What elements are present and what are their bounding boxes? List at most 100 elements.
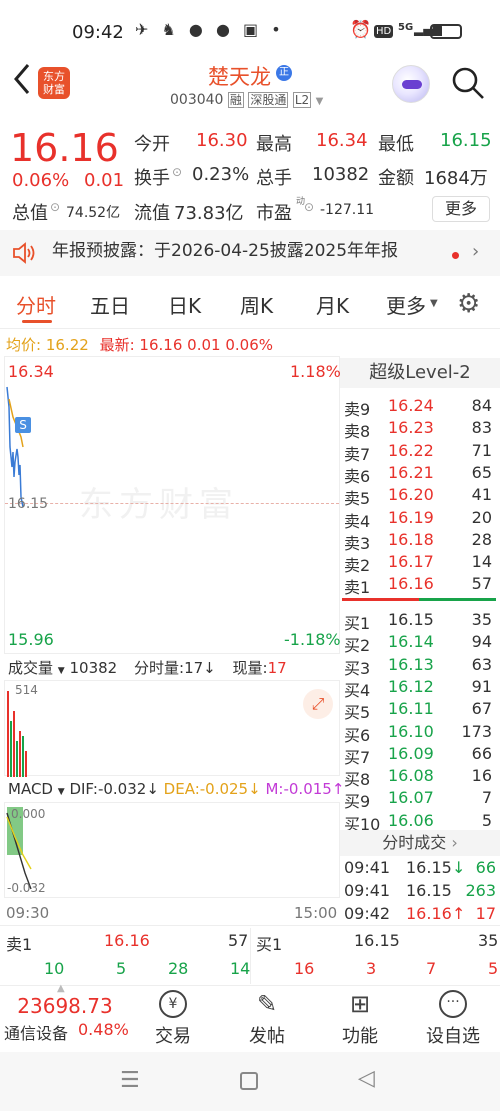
buy-label: 买7 [344,747,371,767]
buy-label: 买8 [344,770,371,790]
buy-row[interactable]: 买7 16.09 66 [340,744,500,767]
buy-row[interactable]: 买6 16.10 173 [340,722,500,745]
buy-row[interactable]: 买3 16.13 63 [340,655,500,678]
buy-price: 16.06 [388,810,434,830]
nav-features-label: 功能 [342,1026,378,1047]
tab-intraday[interactable]: 分时 [16,290,56,319]
buy-row[interactable]: 买1 16.15 35 [340,610,500,633]
tick-volume: 17 [475,904,496,923]
chevron-right-icon[interactable]: › [472,241,479,262]
battery-icon [430,24,462,39]
tick-row[interactable]: 09:41 16.15 ↓ 66 [340,858,500,882]
prev-close-line [5,503,339,504]
buy-row[interactable]: 买9 16.07 7 [340,788,500,811]
strip-num: 5 [488,959,499,978]
sell-price: 16.20 [388,485,434,505]
time-end: 15:00 [294,904,338,922]
sell-row[interactable]: 卖2 16.17 14 [340,552,500,576]
menu-icon[interactable]: ☰ [120,1068,140,1093]
nav-post[interactable]: ✎ 发帖 [222,990,312,1048]
nav-watchlist[interactable]: ··· 设自选 [408,990,498,1048]
intraday-chart[interactable]: 东方财富 S [4,356,340,654]
buy-row[interactable]: 买2 16.14 94 [340,632,500,655]
sell-volume: 71 [471,440,492,460]
trade-icon: ¥ [159,990,187,1018]
sell-row[interactable]: 卖3 16.18 28 [340,530,500,553]
bottom-divider [0,925,500,926]
chart-bottom-price: 15.96 [8,630,54,649]
gear-icon[interactable]: ⚙ [457,289,480,319]
arrow-down-icon: ↓ [248,780,261,798]
search-icon[interactable] [450,65,486,105]
status-time: 09:42 [72,22,124,43]
nav-features[interactable]: ⊞ 功能 [315,990,405,1048]
ticks-title[interactable]: 分时成交 › [340,830,500,856]
level2-title[interactable]: 超级Level-2 [340,358,500,388]
trade-marker: S [15,417,31,433]
macd-header[interactable]: MACD ▼ DIF:-0.032↓ DEA:-0.025↓ M:-0.015↑ [8,780,344,798]
volume-value: 10382 [312,164,370,185]
sell-row[interactable]: 卖5 16.20 41 [340,485,500,509]
sell-label: 卖8 [344,422,371,442]
change-abs: 0.01 [84,170,125,191]
tag-sgt: 深股通 [248,92,289,108]
latest-change: 0.01 [187,336,221,354]
tab-more[interactable]: 更多 [386,290,426,319]
notice-bar[interactable]: 年报预披露：于2026-04-25披露2025年年报 › [0,230,500,276]
nav-trade[interactable]: ¥ 交易 [128,990,218,1048]
chevron-right-icon: › [451,833,458,852]
info-icon[interactable]: ⊙ [172,165,182,179]
index-value: 23698.73 [17,994,113,1018]
tab-five-day[interactable]: 五日 [90,290,130,319]
macd-chart[interactable]: 0.000 -0.032 [4,802,340,898]
more-button[interactable]: 更多 [432,196,490,222]
volume-label: 总手 [256,168,292,189]
buy-volume: 94 [471,632,492,652]
sell-row[interactable]: 卖7 16.22 71 [340,440,500,464]
last-price: 16.16 [10,126,119,170]
macd-top-label: 0.000 [11,807,46,821]
latest-label: 最新: [99,336,135,354]
tick-row[interactable]: 09:41 16.15 263 [340,881,500,905]
sell-row[interactable]: 卖8 16.23 83 [340,418,500,442]
drag-handle-icon[interactable]: ▲ [57,983,65,994]
float-cap-label: 流值 [134,203,170,224]
sell-label: 卖2 [344,556,371,576]
assistant-avatar[interactable] [392,65,430,103]
volume-header[interactable]: 成交量 ▼ 10382 分时量:17↓ 现量:17 [8,657,287,678]
sell-row[interactable]: 卖9 16.24 84 [340,396,500,419]
sell-label: 卖4 [344,511,371,531]
sell-label: 卖1 [344,578,371,598]
home-icon[interactable] [240,1072,258,1090]
caret-down-icon[interactable]: ▼ [430,298,438,309]
strip-sell1-label: 卖1 [6,935,33,954]
volume-chart[interactable]: 514 ⤢ [4,680,340,777]
network-label: 5G [398,22,414,33]
buy-row[interactable]: 买4 16.12 91 [340,677,500,700]
sell-row[interactable]: 卖4 16.19 20 [340,508,500,531]
info-icon[interactable]: ⊙ [50,200,60,214]
buy-row[interactable]: 买5 16.11 67 [340,699,500,722]
caret-down-icon[interactable]: ▼ [316,96,324,107]
tab-monthly-k[interactable]: 月K [316,290,349,319]
tab-daily-k[interactable]: 日K [168,290,201,319]
buy-volume: 7 [481,788,492,808]
tab-weekly-k[interactable]: 周K [240,290,273,319]
strip-buy1-price: 16.15 [354,931,400,950]
sell-row[interactable]: 卖1 16.16 57 [340,574,500,598]
avg-price-bar: 均价: 16.22 最新: 16.16 0.01 0.06% [6,334,273,355]
info-icon[interactable]: ⊙ [304,200,314,214]
sell-row[interactable]: 卖6 16.21 65 [340,463,500,486]
header: 东方 财富 楚天龙 正 003040 融 深股通 L2 ▼ [0,55,500,115]
back-triangle-icon[interactable]: ◁ [358,1066,375,1091]
buy-row[interactable]: 买8 16.08 16 [340,766,500,790]
latest-pct: 0.06% [225,336,273,354]
index-ticker[interactable]: 23698.73 通信设备 0.48% [0,994,130,1043]
strip-num: 14 [230,959,251,978]
tick-volume: 66 [475,858,496,877]
sell-label: 卖5 [344,489,371,509]
sell-price: 16.24 [388,396,434,415]
book-divider [342,598,496,601]
edit-icon: ✎ [256,990,278,1018]
expand-icon[interactable]: ⤢ [303,689,333,719]
